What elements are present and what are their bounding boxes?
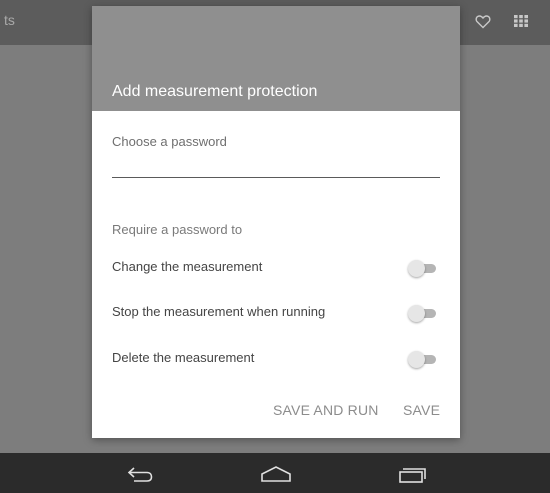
option-label: Change the measurement	[112, 259, 263, 274]
home-icon[interactable]	[254, 461, 298, 487]
recents-icon[interactable]	[390, 461, 434, 487]
switch-thumb	[408, 260, 425, 277]
option-delete-measurement[interactable]: Delete the measurement	[112, 347, 440, 371]
option-label: Stop the measurement when running	[112, 304, 326, 319]
option-label: Delete the measurement	[112, 350, 255, 365]
navigation-bar	[0, 453, 550, 493]
require-password-label: Require a password to	[112, 222, 243, 237]
dialog-title: Add measurement protection	[112, 83, 318, 100]
save-button[interactable]: SAVE	[403, 402, 440, 418]
change-measurement-switch[interactable]	[408, 260, 436, 277]
save-and-run-button[interactable]: SAVE AND RUN	[273, 402, 379, 418]
stop-measurement-switch[interactable]	[408, 305, 436, 322]
delete-measurement-switch[interactable]	[408, 351, 436, 368]
option-stop-measurement[interactable]: Stop the measurement when running	[112, 301, 440, 325]
heart-icon[interactable]	[472, 10, 494, 32]
switch-thumb	[408, 305, 425, 322]
app-toolbar-title: ts	[4, 12, 15, 28]
password-label: Choose a password	[112, 134, 227, 149]
dialog-header: Add measurement protection	[92, 6, 460, 111]
back-icon[interactable]	[118, 461, 162, 487]
screen: ts Add measurement protection Choose a p…	[0, 0, 550, 493]
grid-icon[interactable]	[510, 10, 532, 32]
switch-thumb	[408, 351, 425, 368]
password-input[interactable]	[112, 152, 440, 178]
measurement-protection-dialog: Add measurement protection Choose a pass…	[92, 6, 460, 438]
dialog-actions: SAVE AND RUN SAVE	[92, 402, 460, 424]
option-change-measurement[interactable]: Change the measurement	[112, 256, 440, 280]
